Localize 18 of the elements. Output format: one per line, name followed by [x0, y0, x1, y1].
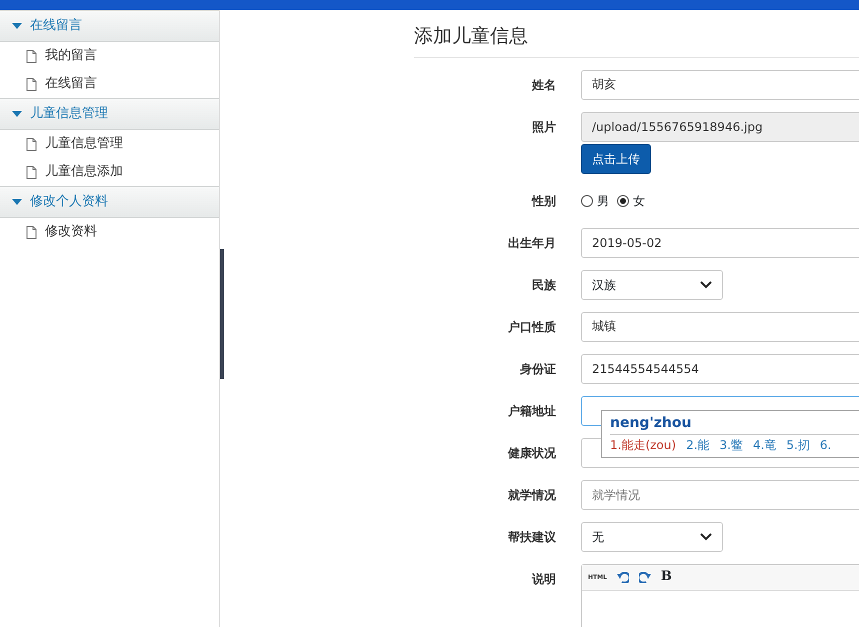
group-title: 修改个人资料 — [30, 193, 108, 212]
field-label: 照片 — [531, 118, 556, 136]
field-label: 姓名 — [530, 76, 556, 94]
group-title: 在线留言 — [30, 17, 82, 36]
group-title: 儿童信息管理 — [30, 105, 108, 124]
field-label: 户籍地址 — [507, 402, 556, 420]
field-label: 民族 — [531, 276, 556, 294]
field-label: 出生年月 — [507, 234, 556, 252]
page-title: 添加儿童信息 — [414, 10, 859, 58]
field-label: 身份证 — [519, 360, 556, 378]
field-label: 户口性质 — [507, 318, 556, 336]
field-label: 性别 — [530, 192, 556, 210]
field-label: 就学情况 — [507, 486, 556, 504]
radio-label: 男 — [597, 192, 609, 210]
field-label: 说明 — [530, 570, 556, 588]
radio-label: 女 — [633, 192, 645, 210]
field-label: 帮扶建议 — [507, 528, 556, 546]
field-label: 健康状况 — [506, 444, 556, 462]
